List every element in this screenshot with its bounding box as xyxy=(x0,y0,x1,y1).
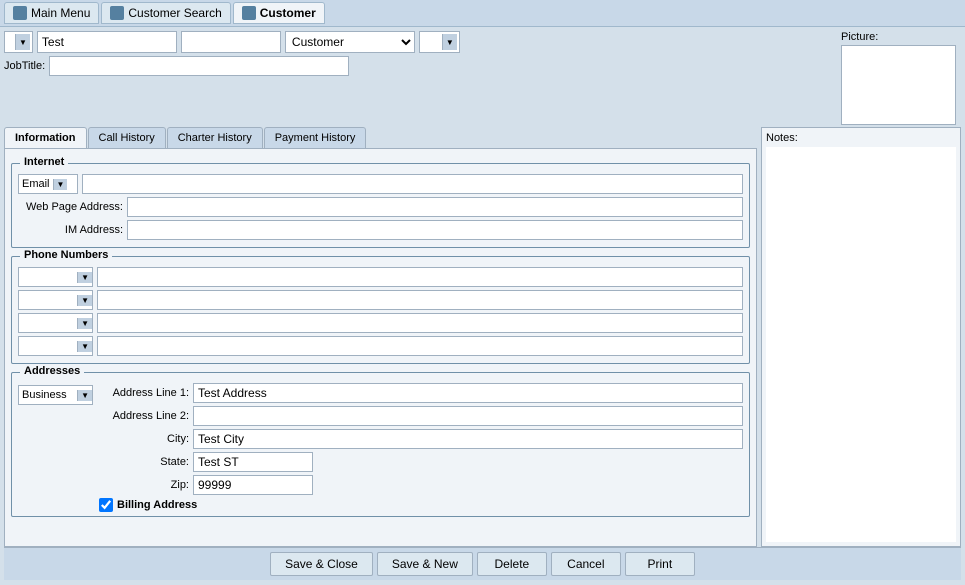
customer-type-dropdown[interactable]: Customer xyxy=(285,31,415,53)
last-name-input[interactable] xyxy=(181,31,281,53)
title-bar: Main Menu Customer Search Customer xyxy=(0,0,965,27)
tab-payment-history[interactable]: Payment History xyxy=(264,127,367,148)
menu-icon xyxy=(13,6,27,20)
phone-row-3: ▼ xyxy=(18,313,743,333)
first-name-input[interactable] xyxy=(37,31,177,53)
left-panel: Information Call History Charter History… xyxy=(4,127,757,547)
jobtitle-row: JobTitle: xyxy=(4,56,841,76)
jobtitle-label: JobTitle: xyxy=(4,60,45,72)
zip-row: Zip: xyxy=(99,475,743,495)
phone-type-3[interactable]: ▼ xyxy=(18,313,93,333)
phone-row-4: ▼ xyxy=(18,336,743,356)
address-line2-row: Address Line 2: xyxy=(99,406,743,426)
email-type-label: Email xyxy=(19,178,53,190)
phone-type-arrow-4[interactable]: ▼ xyxy=(77,341,92,352)
webpage-label: Web Page Address: xyxy=(18,201,123,213)
state-label: State: xyxy=(99,456,189,468)
phone-input-2[interactable] xyxy=(97,290,743,310)
email-type-dropdown[interactable]: Email ▼ xyxy=(18,174,78,194)
city-label: City: xyxy=(99,433,189,445)
address-line1-label: Address Line 1: xyxy=(99,387,189,399)
main-content: ▼ Customer ▼ JobTitle: xyxy=(0,27,965,584)
tab-content-information: Internet Email ▼ Web Page Address: xyxy=(4,149,757,547)
phone-row-1: ▼ xyxy=(18,267,743,287)
picture-label: Picture: xyxy=(841,31,878,43)
print-button[interactable]: Print xyxy=(625,552,695,576)
tab-charter-history[interactable]: Charter History xyxy=(167,127,263,148)
im-input[interactable] xyxy=(127,220,743,240)
phone-type-1[interactable]: ▼ xyxy=(18,267,93,287)
city-input[interactable] xyxy=(193,429,743,449)
picture-section: Picture: xyxy=(841,31,961,125)
city-row: City: xyxy=(99,429,743,449)
tab-strip: Information Call History Charter History… xyxy=(4,127,757,149)
addresses-legend: Addresses xyxy=(20,365,84,377)
email-dropdown-arrow[interactable]: ▼ xyxy=(53,179,68,190)
billing-row: Billing Address xyxy=(99,498,743,512)
phone-type-4[interactable]: ▼ xyxy=(18,336,93,356)
address-line2-label: Address Line 2: xyxy=(99,410,189,422)
address-type-label: Business xyxy=(19,389,77,401)
tab-customer[interactable]: Customer xyxy=(233,2,325,24)
header-fields: ▼ Customer ▼ JobTitle: xyxy=(4,31,841,80)
billing-label: Billing Address xyxy=(117,499,197,511)
zip-label: Zip: xyxy=(99,479,189,491)
state-row: State: xyxy=(99,452,743,472)
webpage-row: Web Page Address: xyxy=(18,197,743,217)
tab-main-menu[interactable]: Main Menu xyxy=(4,2,99,24)
bottom-bar: Save & Close Save & New Delete Cancel Pr… xyxy=(4,547,961,580)
address-line1-row: Address Line 1: xyxy=(99,383,743,403)
webpage-input[interactable] xyxy=(127,197,743,217)
notes-panel: Notes: xyxy=(761,127,961,547)
state-input[interactable] xyxy=(193,452,313,472)
phone-input-1[interactable] xyxy=(97,267,743,287)
suffix-arrow[interactable]: ▼ xyxy=(442,34,457,50)
email-input[interactable] xyxy=(82,174,743,194)
notes-textarea[interactable] xyxy=(766,147,956,542)
two-col-layout: Information Call History Charter History… xyxy=(4,127,961,547)
save-close-button[interactable]: Save & Close xyxy=(270,552,373,576)
prefix-dropdown[interactable]: ▼ xyxy=(4,31,33,53)
addresses-section: Addresses Business ▼ Address Line 1: xyxy=(11,372,750,517)
billing-checkbox[interactable] xyxy=(99,498,113,512)
phone-type-arrow-3[interactable]: ▼ xyxy=(77,318,92,329)
phone-legend: Phone Numbers xyxy=(20,249,112,261)
save-new-button[interactable]: Save & New xyxy=(377,552,473,576)
phone-row-2: ▼ xyxy=(18,290,743,310)
search-icon xyxy=(110,6,124,20)
cancel-button[interactable]: Cancel xyxy=(551,552,621,576)
phone-input-4[interactable] xyxy=(97,336,743,356)
zip-input[interactable] xyxy=(193,475,313,495)
address-line1-input[interactable] xyxy=(193,383,743,403)
phone-type-2[interactable]: ▼ xyxy=(18,290,93,310)
jobtitle-input[interactable] xyxy=(49,56,349,76)
tab-information[interactable]: Information xyxy=(4,127,87,148)
im-label: IM Address: xyxy=(18,224,123,236)
im-row: IM Address: xyxy=(18,220,743,240)
tab-customer-search[interactable]: Customer Search xyxy=(101,2,230,24)
phone-numbers-section: Phone Numbers ▼ ▼ xyxy=(11,256,750,364)
internet-section: Internet Email ▼ Web Page Address: xyxy=(11,163,750,248)
picture-box xyxy=(841,45,956,125)
phone-input-3[interactable] xyxy=(97,313,743,333)
delete-button[interactable]: Delete xyxy=(477,552,547,576)
prefix-arrow[interactable]: ▼ xyxy=(15,34,30,50)
notes-label: Notes: xyxy=(766,132,956,144)
tab-call-history[interactable]: Call History xyxy=(88,127,166,148)
address-form: Address Line 1: Address Line 2: City: xyxy=(99,383,743,512)
header-area: ▼ Customer ▼ JobTitle: xyxy=(4,31,961,125)
email-row: Email ▼ xyxy=(18,174,743,194)
name-row: ▼ Customer ▼ xyxy=(4,31,841,53)
internet-legend: Internet xyxy=(20,156,68,168)
address-line2-input[interactable] xyxy=(193,406,743,426)
phone-type-arrow-2[interactable]: ▼ xyxy=(77,295,92,306)
customer-type-select[interactable]: Customer xyxy=(286,32,414,52)
address-type-dropdown[interactable]: Business ▼ xyxy=(18,385,93,405)
suffix-dropdown[interactable]: ▼ xyxy=(419,31,460,53)
address-type-arrow[interactable]: ▼ xyxy=(77,390,92,401)
phone-type-arrow-1[interactable]: ▼ xyxy=(77,272,92,283)
customer-icon xyxy=(242,6,256,20)
